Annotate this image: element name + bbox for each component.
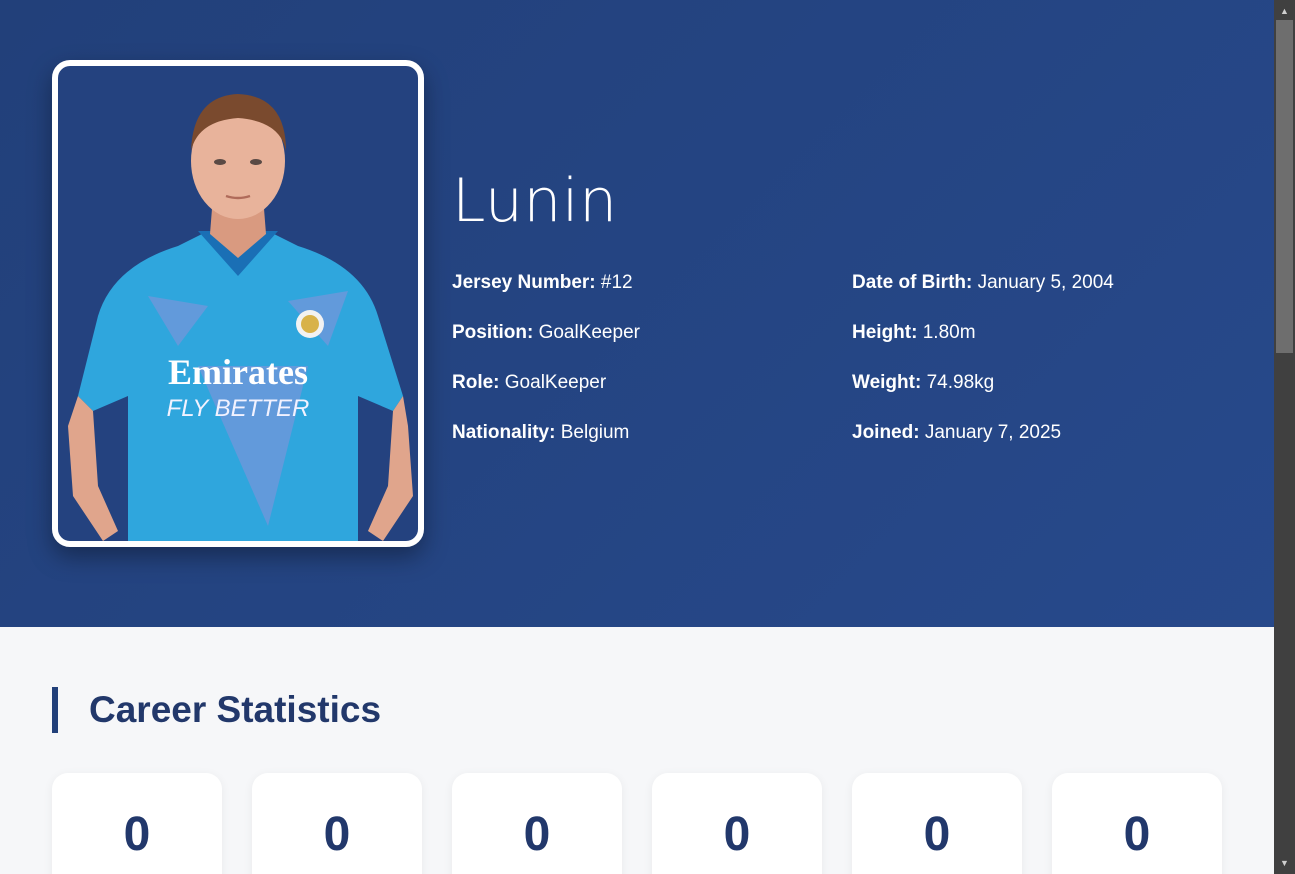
jersey-number-row: Jersey Number: #12: [452, 270, 832, 320]
vertical-scrollbar[interactable]: ▲ ▼: [1274, 0, 1295, 874]
stat-card: 0: [452, 773, 622, 874]
role-label: Role:: [452, 372, 500, 393]
nationality-value: Belgium: [560, 422, 630, 443]
stat-card: 0: [52, 773, 222, 874]
stat-card: 0: [652, 773, 822, 874]
date-of-birth-row: Date of Birth: January 5, 2004: [852, 270, 1232, 320]
stat-value: 0: [1123, 808, 1151, 861]
shirt-sponsor-text: Emirates: [168, 352, 308, 392]
nationality-label: Nationality:: [452, 422, 556, 443]
scroll-down-arrow-icon[interactable]: ▼: [1274, 854, 1295, 872]
player-profile-page: Emirates FLY BETTER Lunin Jersey Number:…: [0, 0, 1274, 874]
scroll-up-arrow-icon[interactable]: ▲: [1274, 2, 1295, 20]
shirt-slogan-text: FLY BETTER: [167, 395, 310, 422]
joined-value: January 7, 2025: [924, 422, 1062, 443]
player-info-left: Jersey Number: #12 Position: GoalKeeper …: [452, 270, 832, 470]
weight-value: 74.98kg: [926, 372, 995, 393]
stat-value: 0: [923, 808, 951, 861]
stat-card: 0: [852, 773, 1022, 874]
stat-card: 0: [252, 773, 422, 874]
career-statistics-section: Career Statistics 0 0 0 0 0 0: [0, 627, 1274, 874]
joined-row: Joined: January 7, 2025: [852, 420, 1232, 470]
player-name: Lunin: [452, 166, 618, 236]
stat-value: 0: [123, 808, 151, 861]
date-of-birth-label: Date of Birth:: [852, 272, 973, 293]
nationality-row: Nationality: Belgium: [452, 420, 832, 470]
career-statistics-heading: Career Statistics: [52, 687, 381, 733]
position-label: Position:: [452, 322, 534, 343]
position-value: GoalKeeper: [538, 322, 640, 343]
jersey-number-value: #12: [600, 272, 633, 293]
stat-value: 0: [723, 808, 751, 861]
role-value: GoalKeeper: [504, 372, 607, 393]
stat-card: 0: [1052, 773, 1222, 874]
player-info-right: Date of Birth: January 5, 2004 Height: 1…: [852, 270, 1232, 470]
position-row: Position: GoalKeeper: [452, 320, 832, 370]
weight-label: Weight:: [852, 372, 922, 393]
height-row: Height: 1.80m: [852, 320, 1232, 370]
weight-row: Weight: 74.98kg: [852, 370, 1232, 420]
stat-value: 0: [323, 808, 351, 861]
joined-label: Joined:: [852, 422, 920, 443]
jersey-number-label: Jersey Number:: [452, 272, 596, 293]
scroll-thumb[interactable]: [1276, 20, 1293, 353]
player-hero: Emirates FLY BETTER Lunin Jersey Number:…: [0, 0, 1274, 627]
player-photo: Emirates FLY BETTER: [52, 60, 424, 547]
height-label: Height:: [852, 322, 918, 343]
stat-value: 0: [523, 808, 551, 861]
role-row: Role: GoalKeeper: [452, 370, 832, 420]
date-of-birth-value: January 5, 2004: [977, 272, 1114, 293]
height-value: 1.80m: [922, 322, 976, 343]
